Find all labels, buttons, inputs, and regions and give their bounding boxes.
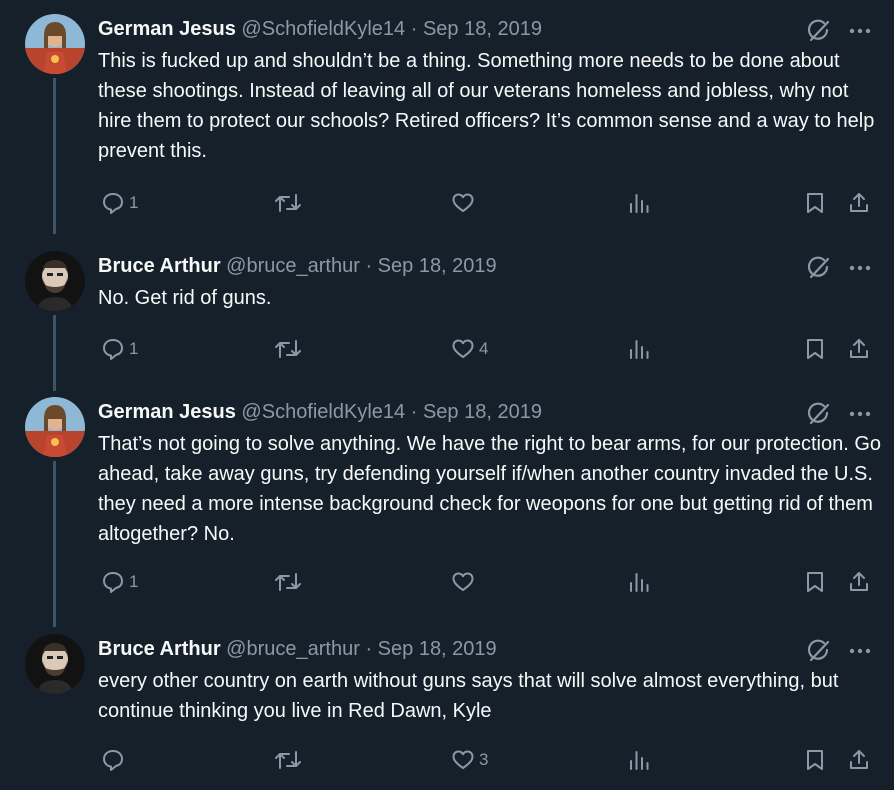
analytics-icon (627, 570, 651, 594)
tweet-header: German Jesus @SchofieldKyle14 · Sep 18, … (98, 399, 542, 425)
tweet-text: No. Get rid of guns. (98, 287, 272, 309)
tweet-header: Bruce Arthur @bruce_arthur · Sep 18, 201… (98, 253, 497, 279)
retweet-icon (274, 570, 302, 594)
handle[interactable]: @bruce_arthur (226, 255, 360, 277)
bookmark-button[interactable] (803, 745, 827, 775)
share-button[interactable] (847, 567, 871, 597)
retweet-button[interactable] (274, 334, 302, 364)
display-name[interactable]: Bruce Arthur (98, 255, 221, 277)
share-button[interactable] (847, 188, 871, 218)
separator: · (410, 401, 418, 423)
tweet-2[interactable]: Bruce Arthur @bruce_arthur · Sep 18, 201… (0, 251, 894, 391)
retweet-button[interactable] (274, 188, 302, 218)
grok-icon[interactable] (806, 401, 832, 427)
reply-button[interactable]: 1 (101, 567, 138, 597)
reply-icon (101, 337, 125, 361)
timestamp[interactable]: Sep 18, 2019 (378, 638, 497, 660)
action-bar: 1 4 (0, 334, 894, 364)
timestamp[interactable]: Sep 18, 2019 (423, 18, 542, 40)
reply-icon (101, 191, 125, 215)
avatar[interactable] (25, 251, 85, 311)
grok-icon[interactable] (806, 638, 832, 664)
separator: · (365, 638, 373, 660)
separator: · (410, 18, 418, 40)
share-icon (847, 191, 871, 215)
separator: · (365, 255, 373, 277)
grok-icon[interactable] (806, 255, 832, 281)
tweet-1[interactable]: German Jesus @SchofieldKyle14 · Sep 18, … (0, 14, 894, 234)
analytics-icon (627, 748, 651, 772)
display-name[interactable]: German Jesus (98, 18, 236, 40)
action-bar: 3 (0, 745, 894, 775)
reply-count: 1 (129, 339, 139, 358)
bookmark-button[interactable] (803, 567, 827, 597)
views-button[interactable] (627, 334, 651, 364)
reply-button[interactable] (101, 745, 129, 775)
retweet-icon (274, 748, 302, 772)
tweet-text: every other country on earth without gun… (98, 670, 839, 722)
analytics-icon (627, 191, 651, 215)
action-bar: 1 (0, 188, 894, 218)
tweet-header: German Jesus @SchofieldKyle14 · Sep 18, … (98, 16, 542, 42)
avatar[interactable] (25, 634, 85, 694)
more-options-icon[interactable] (846, 401, 874, 427)
more-options-icon[interactable] (846, 18, 874, 44)
grok-icon[interactable] (806, 18, 832, 44)
views-button[interactable] (627, 188, 651, 218)
display-name[interactable]: Bruce Arthur (98, 638, 221, 660)
bookmark-button[interactable] (803, 334, 827, 364)
tweet-text: That’s not going to solve anything. We h… (98, 433, 882, 545)
bookmark-icon (803, 337, 827, 361)
avatar[interactable] (25, 14, 85, 74)
retweet-icon (274, 337, 302, 361)
reply-icon (101, 570, 125, 594)
share-icon (847, 337, 871, 361)
bookmark-button[interactable] (803, 188, 827, 218)
retweet-button[interactable] (274, 567, 302, 597)
tweet-text: This is fucked up and shouldn’t be a thi… (98, 50, 875, 162)
thread-line (53, 461, 56, 627)
heart-icon (451, 191, 475, 215)
heart-icon (451, 337, 475, 361)
more-options-icon[interactable] (846, 255, 874, 281)
bookmark-icon (803, 570, 827, 594)
like-button[interactable]: 4 (451, 334, 488, 364)
tweet-3[interactable]: German Jesus @SchofieldKyle14 · Sep 18, … (0, 397, 894, 627)
views-button[interactable] (627, 567, 651, 597)
more-options-icon[interactable] (846, 638, 874, 664)
heart-icon (451, 570, 475, 594)
like-button[interactable] (451, 188, 479, 218)
like-count: 3 (479, 750, 489, 769)
bookmark-icon (803, 191, 827, 215)
like-button[interactable] (451, 567, 479, 597)
reply-button[interactable]: 1 (101, 334, 138, 364)
tweet-header: Bruce Arthur @bruce_arthur · Sep 18, 201… (98, 636, 497, 662)
action-bar: 1 (0, 567, 894, 597)
reply-icon (101, 748, 125, 772)
avatar[interactable] (25, 397, 85, 457)
handle[interactable]: @SchofieldKyle14 (241, 18, 405, 40)
timestamp[interactable]: Sep 18, 2019 (423, 401, 542, 423)
retweet-button[interactable] (274, 745, 302, 775)
share-icon (847, 748, 871, 772)
like-count: 4 (479, 339, 489, 358)
retweet-icon (274, 191, 302, 215)
reply-count: 1 (129, 572, 139, 591)
display-name[interactable]: German Jesus (98, 401, 236, 423)
reply-button[interactable]: 1 (101, 188, 138, 218)
like-button[interactable]: 3 (451, 745, 488, 775)
tweet-4[interactable]: Bruce Arthur @bruce_arthur · Sep 18, 201… (0, 634, 894, 790)
heart-icon (451, 748, 475, 772)
handle[interactable]: @bruce_arthur (226, 638, 360, 660)
bookmark-icon (803, 748, 827, 772)
timestamp[interactable]: Sep 18, 2019 (378, 255, 497, 277)
handle[interactable]: @SchofieldKyle14 (241, 401, 405, 423)
share-button[interactable] (847, 745, 871, 775)
views-button[interactable] (627, 745, 651, 775)
share-icon (847, 570, 871, 594)
analytics-icon (627, 337, 651, 361)
share-button[interactable] (847, 334, 871, 364)
reply-count: 1 (129, 193, 139, 212)
